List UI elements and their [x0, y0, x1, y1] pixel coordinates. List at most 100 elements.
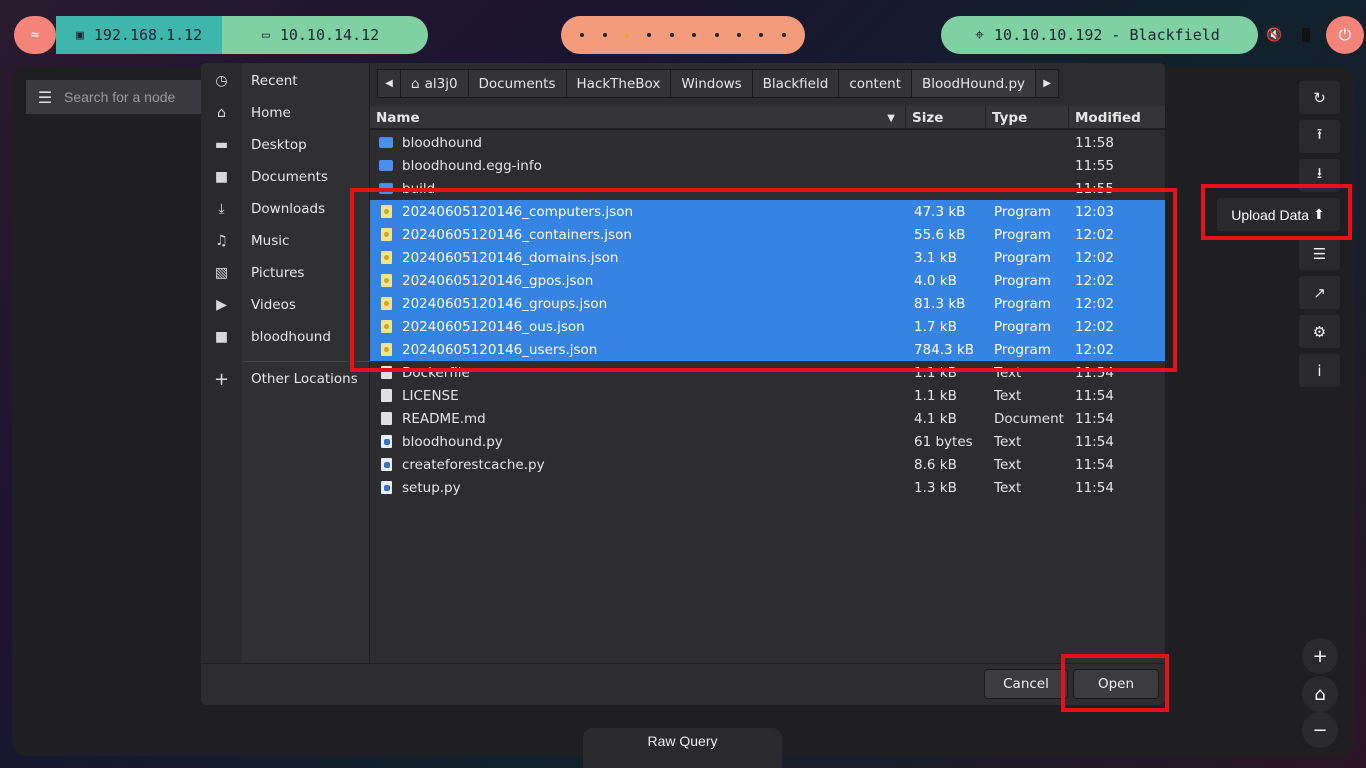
workspace-dot[interactable] — [714, 33, 719, 37]
column-name[interactable]: Name ▼ — [370, 106, 906, 130]
music-icon: ♫ — [215, 233, 228, 249]
path-crumb-label: al3j0 — [424, 75, 458, 92]
refresh-button[interactable]: ↻ — [1299, 81, 1340, 114]
file-row[interactable]: bloodhound.py 61 bytes Text 11:54 — [370, 430, 1165, 453]
file-row[interactable]: 20240605120146_groups.json 81.3 kB Program… — [370, 292, 1165, 315]
file-row[interactable]: 20240605120146_users.json 784.3 kB Program… — [370, 338, 1165, 361]
workspace-switcher[interactable] — [561, 16, 805, 54]
place-item[interactable]: ■ Documents — [201, 161, 370, 193]
file-row[interactable]: createforestcache.py 8.6 kB Text 11:54 — [370, 453, 1165, 476]
file-row[interactable]: 20240605120146_ous.json 1.7 kB Program 12:0… — [370, 315, 1165, 338]
workspace-dot[interactable] — [759, 33, 764, 37]
file-type: Text — [994, 456, 1022, 473]
file-name: 20240605120146_groups.json — [402, 295, 608, 312]
file-type: Program — [994, 249, 1051, 266]
file-modified: 11:54 — [1075, 433, 1114, 450]
place-item[interactable]: ⌂ Home — [201, 97, 370, 129]
battery-icon — [1302, 28, 1310, 42]
place-label: Music — [251, 233, 290, 249]
file-size: 61 bytes — [914, 433, 973, 450]
zoom-in-button[interactable]: + — [1302, 638, 1338, 674]
python-file-icon — [380, 458, 392, 471]
desktop-icon: ▬ — [214, 137, 229, 153]
path-forward-button[interactable]: ▶ — [1035, 69, 1060, 98]
place-item[interactable]: ◷ Recent — [201, 65, 370, 97]
file-name: Dockerfile — [402, 364, 470, 381]
file-row[interactable]: setup.py 1.3 kB Text 11:54 — [370, 476, 1165, 499]
analysis-button[interactable]: ↗ — [1299, 276, 1340, 309]
file-size: 8.6 kB — [914, 456, 957, 473]
json-file-icon — [380, 320, 392, 333]
file-list: Name ▼ Size Type Modified bloodhound 11:5… — [370, 106, 1165, 663]
workspace-dot[interactable] — [781, 33, 786, 37]
place-item[interactable]: ⤓ Downloads — [201, 193, 370, 225]
column-size[interactable]: Size — [906, 106, 986, 130]
raw-query-toggle[interactable]: Raw Query — [583, 728, 782, 768]
settings-button[interactable]: ⚙ — [1299, 315, 1340, 348]
workspace-dot[interactable] — [647, 33, 652, 37]
file-row[interactable]: LICENSE 1.1 kB Text 11:54 — [370, 384, 1165, 407]
path-crumb[interactable]: BloodHound.py — [911, 69, 1037, 98]
column-type[interactable]: Type — [986, 106, 1069, 130]
place-item[interactable]: ♫ Music — [201, 225, 370, 257]
place-item[interactable]: ▧ Pictures — [201, 257, 370, 289]
zoom-out-button[interactable]: − — [1302, 712, 1338, 748]
place-item[interactable]: ▬ Desktop — [201, 129, 370, 161]
file-row[interactable]: bloodhound 11:58 — [370, 131, 1165, 154]
network-status: ▣ 192.168.1.12 ▭ 10.10.14.12 — [56, 16, 428, 54]
file-row[interactable]: bloodhound.egg-info 11:55 — [370, 154, 1165, 177]
file-row[interactable]: build 11:55 — [370, 177, 1165, 200]
workspace-dot[interactable] — [580, 33, 585, 37]
path-crumb-label: BloodHound.py — [922, 75, 1026, 92]
workspace-dot[interactable] — [624, 33, 629, 37]
path-crumb[interactable]: content — [838, 69, 912, 98]
node-search-input[interactable] — [64, 89, 194, 105]
workspace-dot[interactable] — [602, 33, 607, 37]
file-modified: 11:54 — [1075, 456, 1114, 473]
open-button[interactable]: Open — [1073, 669, 1159, 699]
path-back-button[interactable]: ◀ — [377, 69, 401, 98]
file-row[interactable]: Dockerfile 1.1 kB Text 11:54 — [370, 361, 1165, 384]
chevron-left-icon: ◀ — [385, 78, 393, 89]
export-button[interactable]: ⭱ — [1299, 120, 1340, 153]
places-separator — [242, 361, 370, 362]
power-icon[interactable]: ⏻ — [1326, 16, 1364, 54]
json-file-icon — [380, 274, 392, 287]
file-type: Text — [994, 364, 1022, 381]
workspace-dot[interactable] — [669, 33, 674, 37]
file-size: 1.1 kB — [914, 387, 957, 404]
place-item[interactable]: + Other Locations — [201, 363, 370, 395]
kali-menu-button[interactable]: ≈ — [14, 16, 56, 54]
queries-button[interactable]: ☰ — [1299, 237, 1340, 270]
upload-data-label: Upload Data — [1231, 206, 1310, 223]
info-icon: i — [1317, 361, 1322, 380]
place-item[interactable]: ■ bloodhound — [201, 321, 370, 353]
workspace-dot[interactable] — [736, 33, 741, 37]
file-size: 47.3 kB — [914, 203, 966, 220]
about-button[interactable]: i — [1299, 354, 1340, 387]
column-size-label: Size — [912, 110, 944, 126]
workspace-dot[interactable] — [692, 33, 697, 37]
path-crumb[interactable]: Windows — [670, 69, 753, 98]
file-size: 784.3 kB — [914, 341, 975, 358]
place-item[interactable]: ▶ Videos — [201, 289, 370, 321]
volume-muted-icon[interactable]: 🔇 — [1266, 28, 1282, 43]
cancel-button[interactable]: Cancel — [984, 669, 1068, 699]
file-type: Text — [994, 433, 1022, 450]
path-crumb[interactable]: ⌂ al3j0 — [400, 69, 469, 98]
path-crumb[interactable]: HackTheBox — [565, 69, 672, 98]
file-row[interactable]: 20240605120146_computers.json 47.3 kB Prog… — [370, 200, 1165, 223]
file-row[interactable]: 20240605120146_gpos.json 4.0 kB Program 12:… — [370, 269, 1165, 292]
path-crumb[interactable]: Blackfield — [751, 69, 840, 98]
file-row[interactable]: 20240605120146_domains.json 3.1 kB Program… — [370, 246, 1165, 269]
path-crumb-label: Windows — [681, 75, 742, 92]
menu-icon[interactable]: ☰ — [26, 88, 64, 107]
path-crumb[interactable]: Documents — [467, 69, 567, 98]
file-row[interactable]: 20240605120146_containers.json 55.6 kB Pro… — [370, 223, 1165, 246]
home-view-button[interactable]: ⌂ — [1302, 676, 1338, 712]
import-button[interactable]: ⭳ — [1299, 159, 1340, 192]
column-modified[interactable]: Modified — [1069, 106, 1165, 130]
picture-icon: ▧ — [214, 265, 229, 281]
file-row[interactable]: README.md 4.1 kB Document 11:54 — [370, 407, 1165, 430]
file-type: Program — [994, 226, 1051, 243]
